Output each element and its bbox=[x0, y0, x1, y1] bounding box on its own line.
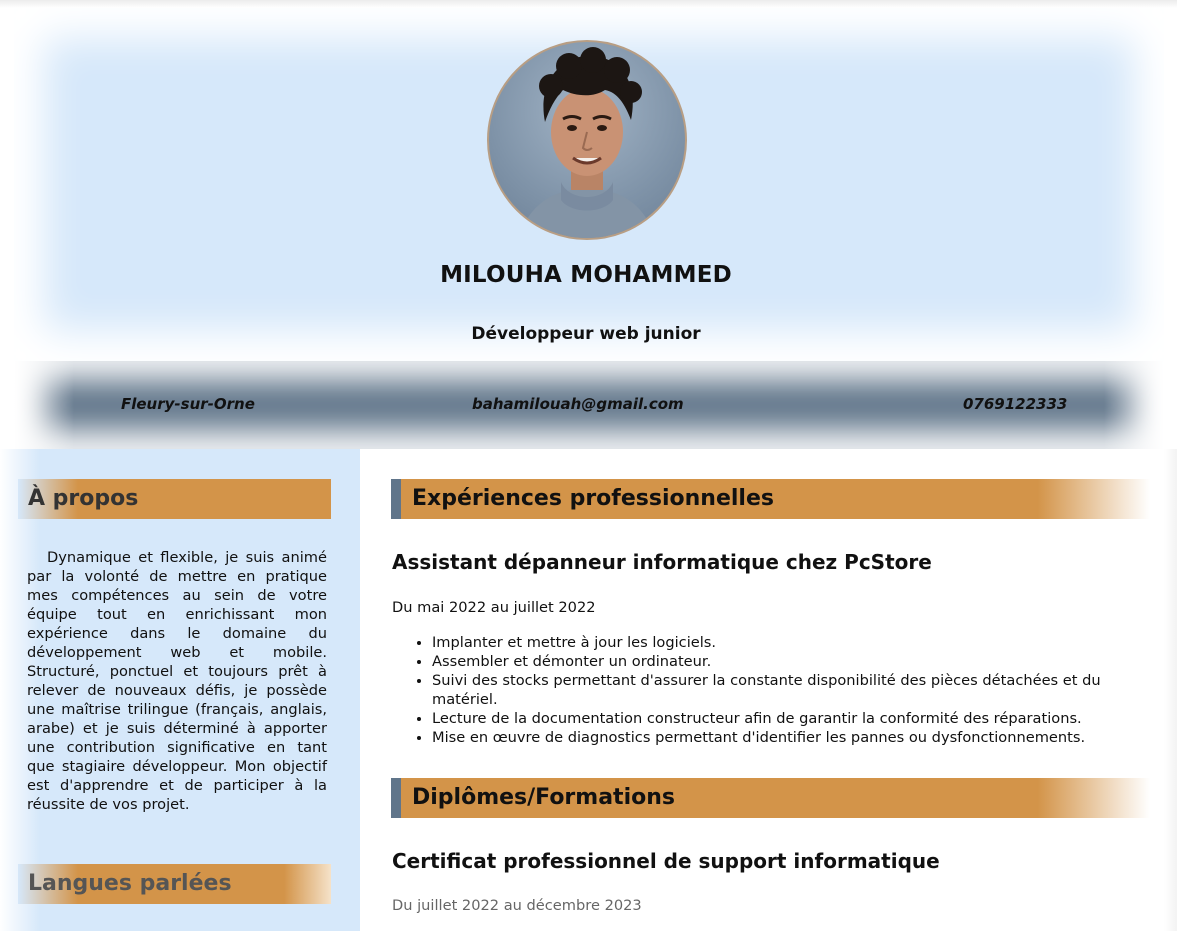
candidate-name: MILOUHA MOHAMMED bbox=[440, 262, 732, 288]
top-divider bbox=[0, 0, 1177, 8]
list-item: Mise en œuvre de diagnostics permettant … bbox=[432, 728, 1132, 747]
about-text: Dynamique et flexible, je suis animé par… bbox=[27, 549, 327, 813]
education-title: Certificat professionnel de support info… bbox=[392, 849, 940, 873]
experience-title: Assistant dépanneur informatique chez Pc… bbox=[392, 550, 932, 574]
list-item: Suivi des stocks permettant d'assurer la… bbox=[432, 671, 1132, 709]
list-item: Implanter et mettre à jour les logiciels… bbox=[432, 633, 1132, 652]
experience-task-list: Implanter et mettre à jour les logiciels… bbox=[392, 633, 1132, 747]
cv-page: MILOUHA MOHAMMED Développeur web junior … bbox=[0, 0, 1177, 931]
candidate-job-title: Développeur web junior bbox=[471, 324, 701, 344]
page-edge-shadow bbox=[1164, 449, 1177, 931]
about-heading: À propos bbox=[18, 479, 331, 519]
person-portrait-icon bbox=[519, 47, 655, 238]
experience-dates: Du mai 2022 au juillet 2022 bbox=[392, 599, 596, 616]
list-item: Lecture de la documentation constructeur… bbox=[432, 709, 1132, 728]
languages-heading: Langues parlées bbox=[18, 864, 331, 904]
contact-email[interactable]: bahamilouah@gmail.com bbox=[472, 395, 684, 413]
education-heading: Diplômes/Formations bbox=[391, 778, 1150, 818]
list-item: Assembler et démonter un ordinateur. bbox=[432, 652, 1132, 671]
experience-heading: Expériences professionnelles bbox=[391, 479, 1150, 519]
contact-city: Fleury-sur-Orne bbox=[121, 395, 255, 413]
education-dates: Du juillet 2022 au décembre 2023 bbox=[392, 897, 642, 914]
profile-photo bbox=[487, 40, 687, 240]
contact-phone[interactable]: 0769122333 bbox=[963, 395, 1067, 413]
